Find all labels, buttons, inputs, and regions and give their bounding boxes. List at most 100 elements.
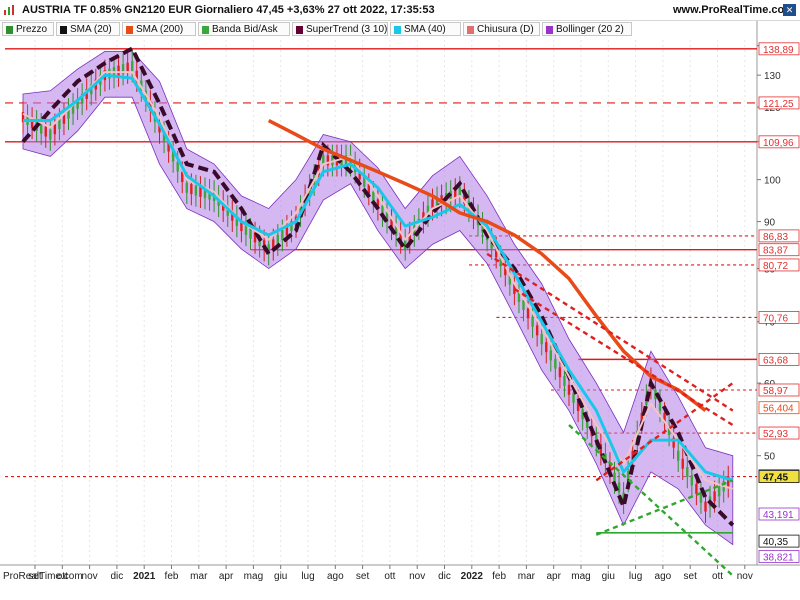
x-tick-label: giu — [274, 571, 287, 582]
price-candle-body — [686, 467, 689, 477]
legend-label: SMA (200) — [136, 24, 184, 35]
price-candle-body — [704, 501, 707, 512]
chart-title: AUSTRIA TF 0.85% GN2120 EUR Giornaliero … — [22, 4, 435, 16]
legend-item-supertrend-3-10[interactable]: SuperTrend (3 10) — [292, 22, 388, 36]
x-tick-label: feb — [492, 571, 506, 582]
legend-item-chiusura-d[interactable]: Chiusura (D) — [463, 22, 540, 36]
x-tick-label: nov — [409, 571, 425, 582]
price-candle-body — [126, 62, 129, 73]
price-candle-body — [535, 325, 539, 336]
x-tick-label: mag — [244, 571, 263, 582]
price-label: 121,25 — [763, 99, 794, 110]
price-chart[interactable]: 1401301201101009080706050setottnovdic202… — [0, 0, 800, 600]
price-candle-body — [572, 392, 575, 403]
x-tick-label: lug — [629, 571, 642, 582]
price-candle-body — [117, 65, 120, 76]
legend-label: Chiusura (D) — [477, 24, 534, 35]
x-tick-label: mar — [518, 571, 536, 582]
y-tick-label: 50 — [764, 452, 776, 463]
price-candle-body — [677, 450, 680, 461]
legend-label: Banda Bid/Ask — [212, 24, 278, 35]
watermark: ProRealTime.com — [3, 571, 83, 582]
legend-swatch — [60, 26, 67, 34]
close-icon[interactable]: ✕ — [783, 4, 796, 16]
x-tick-label: 2021 — [133, 571, 156, 582]
legend-label: SMA (40) — [404, 24, 446, 35]
legend-item-sma-20[interactable]: SMA (20) — [56, 22, 120, 36]
price-candle-body — [554, 358, 557, 369]
indicator-legend: Prezzo SMA (20) SMA (200) Banda Bid/Ask Supe… — [2, 21, 642, 37]
x-tick-label: lug — [301, 571, 314, 582]
x-tick-label: mag — [571, 571, 590, 582]
price-candle-body — [194, 185, 198, 196]
chart-window: 1401301201101009080706050setottnovdic202… — [0, 0, 800, 600]
legend-item-prezzo[interactable]: Prezzo — [2, 22, 54, 36]
price-candle-body — [40, 123, 43, 134]
price-candle-body — [549, 350, 552, 361]
price-label: 80,72 — [763, 261, 788, 272]
price-label: 38,821 — [763, 552, 794, 563]
legend-item-bollinger-20-2[interactable]: Bollinger (20 2) — [542, 22, 632, 36]
price-candle-body — [695, 483, 698, 494]
legend-swatch — [394, 26, 401, 34]
price-label: 83,87 — [763, 246, 788, 257]
x-tick-label: ott — [384, 571, 395, 582]
site-url[interactable]: www.ProRealTime.com — [673, 4, 794, 16]
y-tick-label: 90 — [764, 218, 776, 229]
x-tick-label: set — [356, 571, 370, 582]
price-label: 40,35 — [763, 537, 788, 548]
price-candle-body — [567, 384, 571, 395]
x-tick-label: dic — [111, 571, 124, 582]
legend-swatch — [546, 26, 553, 34]
x-tick-label: nov — [737, 571, 753, 582]
legend-item-sma-200[interactable]: SMA (200) — [122, 22, 196, 36]
legend-item-banda-bid-ask[interactable]: Banda Bid/Ask — [198, 22, 290, 36]
legend-label: Prezzo — [16, 24, 48, 35]
price-candle-body — [185, 182, 188, 193]
price-label: 138,89 — [763, 45, 794, 56]
x-tick-label: nov — [82, 571, 98, 582]
y-tick-label: 130 — [764, 71, 781, 82]
legend-swatch — [296, 26, 303, 34]
price-candle-body — [131, 61, 134, 72]
legend-label: SMA (20) — [70, 24, 112, 35]
x-tick-label: feb — [165, 571, 179, 582]
legend-swatch — [6, 26, 13, 34]
legend-label: SuperTrend (3 10) — [306, 24, 388, 35]
legend-swatch — [467, 26, 474, 34]
price-candle-body — [49, 129, 52, 140]
legend-item-sma-40[interactable]: SMA (40) — [390, 22, 461, 36]
price-label: 47,45 — [763, 473, 788, 484]
title-bar: AUSTRIA TF 0.85% GN2120 EUR Giornaliero … — [0, 0, 800, 21]
price-candle-body — [717, 486, 721, 497]
x-tick-label: ott — [712, 571, 723, 582]
price-candle-body — [281, 230, 284, 241]
price-label: 56,404 — [763, 404, 794, 415]
x-tick-label: apr — [546, 571, 561, 582]
chart-type-icon[interactable] — [4, 5, 14, 15]
x-tick-label: ago — [655, 571, 672, 582]
price-candle-body — [713, 491, 716, 502]
price-candle-body — [681, 458, 684, 469]
legend-label: Bollinger (20 2) — [556, 24, 624, 35]
x-tick-label: mar — [190, 571, 208, 582]
price-candle-body — [44, 126, 47, 137]
price-candle-body — [199, 186, 202, 197]
x-tick-label: dic — [438, 571, 451, 582]
price-candle-body — [372, 191, 375, 202]
x-tick-label: set — [684, 571, 698, 582]
x-tick-label: 2022 — [461, 571, 484, 582]
price-label: 86,83 — [763, 232, 788, 243]
price-label: 43,191 — [763, 510, 794, 521]
price-label: 52,93 — [763, 429, 788, 440]
price-label: 63,68 — [763, 355, 788, 366]
price-candle-body — [690, 475, 694, 486]
price-label: 70,76 — [763, 313, 788, 324]
price-candle-body — [558, 367, 562, 378]
y-tick-label: 100 — [764, 176, 781, 187]
legend-swatch — [126, 26, 133, 34]
x-tick-label: apr — [219, 571, 234, 582]
price-candle-body — [545, 342, 548, 353]
price-label: 109,96 — [763, 138, 794, 149]
price-candle-body — [617, 482, 621, 493]
